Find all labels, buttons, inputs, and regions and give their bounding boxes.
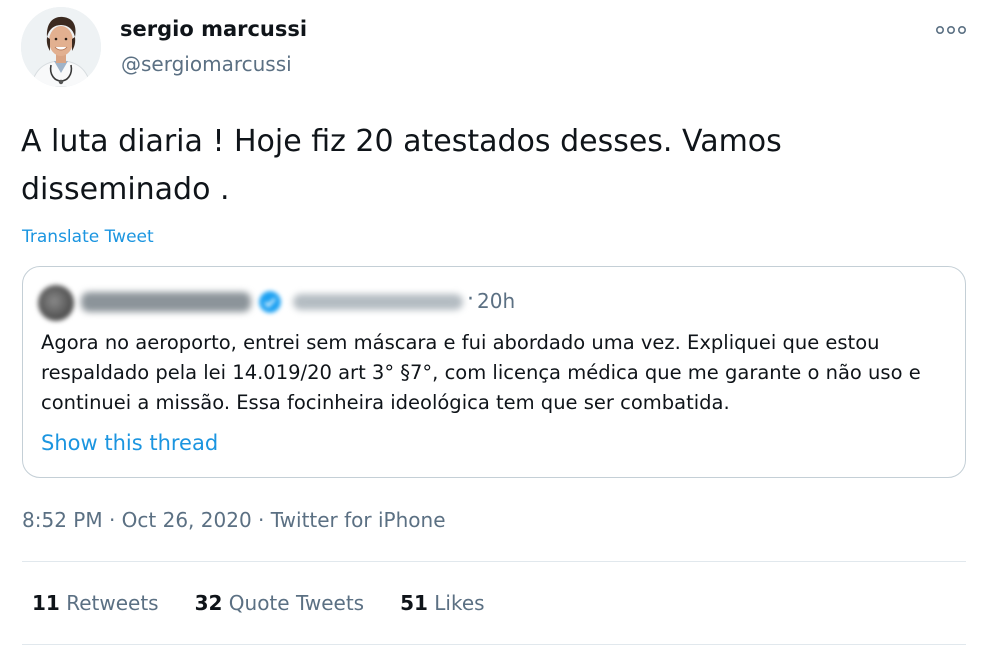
quoted-author-handle-redacted — [293, 294, 463, 310]
likes-count: 51 — [400, 591, 428, 615]
divider — [22, 561, 966, 562]
divider — [22, 644, 966, 645]
quoted-tweet-card[interactable]: · 20h Agora no aeroporto, entrei sem más… — [22, 266, 966, 478]
retweets-count: 11 — [32, 591, 60, 615]
author-name[interactable]: sergio marcussi — [120, 17, 307, 41]
verified-badge-icon — [259, 291, 281, 313]
translate-tweet-link[interactable]: Translate Tweet — [22, 227, 154, 247]
retweets-stat[interactable]: 11 Retweets — [32, 591, 159, 615]
tweet-date[interactable]: Oct 26, 2020 — [122, 508, 252, 532]
quote-tweets-count: 32 — [194, 591, 223, 615]
quoted-author-avatar[interactable] — [38, 285, 74, 321]
quote-tweets-label: Quote Tweets — [228, 591, 365, 615]
tweet-time[interactable]: 8:52 PM — [22, 508, 103, 532]
show-thread-link[interactable]: Show this thread — [41, 431, 218, 455]
author-handle[interactable]: @sergiomarcussi — [121, 52, 292, 76]
retweets-label: Retweets — [66, 591, 159, 615]
quoted-tweet-text: Agora no aeroporto, entrei sem máscara e… — [41, 331, 921, 414]
author-avatar[interactable] — [21, 7, 101, 87]
tweet-source[interactable]: Twitter for iPhone — [271, 508, 446, 532]
tweet-text: A luta diaria ! Hoje fiz 20 atestados de… — [21, 124, 782, 207]
likes-stat[interactable]: 51 Likes — [400, 591, 485, 615]
tweet-meta: 8:52 PM · Oct 26, 2020 · Twitter for iPh… — [22, 508, 446, 532]
quote-time-separator: · — [467, 287, 474, 312]
likes-label: Likes — [434, 591, 485, 615]
meta-separator: · — [258, 508, 265, 532]
tweet-stats: 11 Retweets 32 Quote Tweets 51 Likes — [32, 591, 485, 615]
more-horizontal-icon[interactable] — [934, 22, 968, 38]
quote-tweets-stat[interactable]: 32 Quote Tweets — [195, 591, 365, 615]
tweet-detail: sergio marcussi @sergiomarcussi A luta d… — [0, 0, 1000, 653]
quoted-tweet-time[interactable]: 20h — [477, 289, 515, 313]
meta-separator: · — [108, 508, 116, 532]
quoted-author-name-redacted — [81, 292, 251, 312]
avatar-image — [21, 7, 101, 87]
